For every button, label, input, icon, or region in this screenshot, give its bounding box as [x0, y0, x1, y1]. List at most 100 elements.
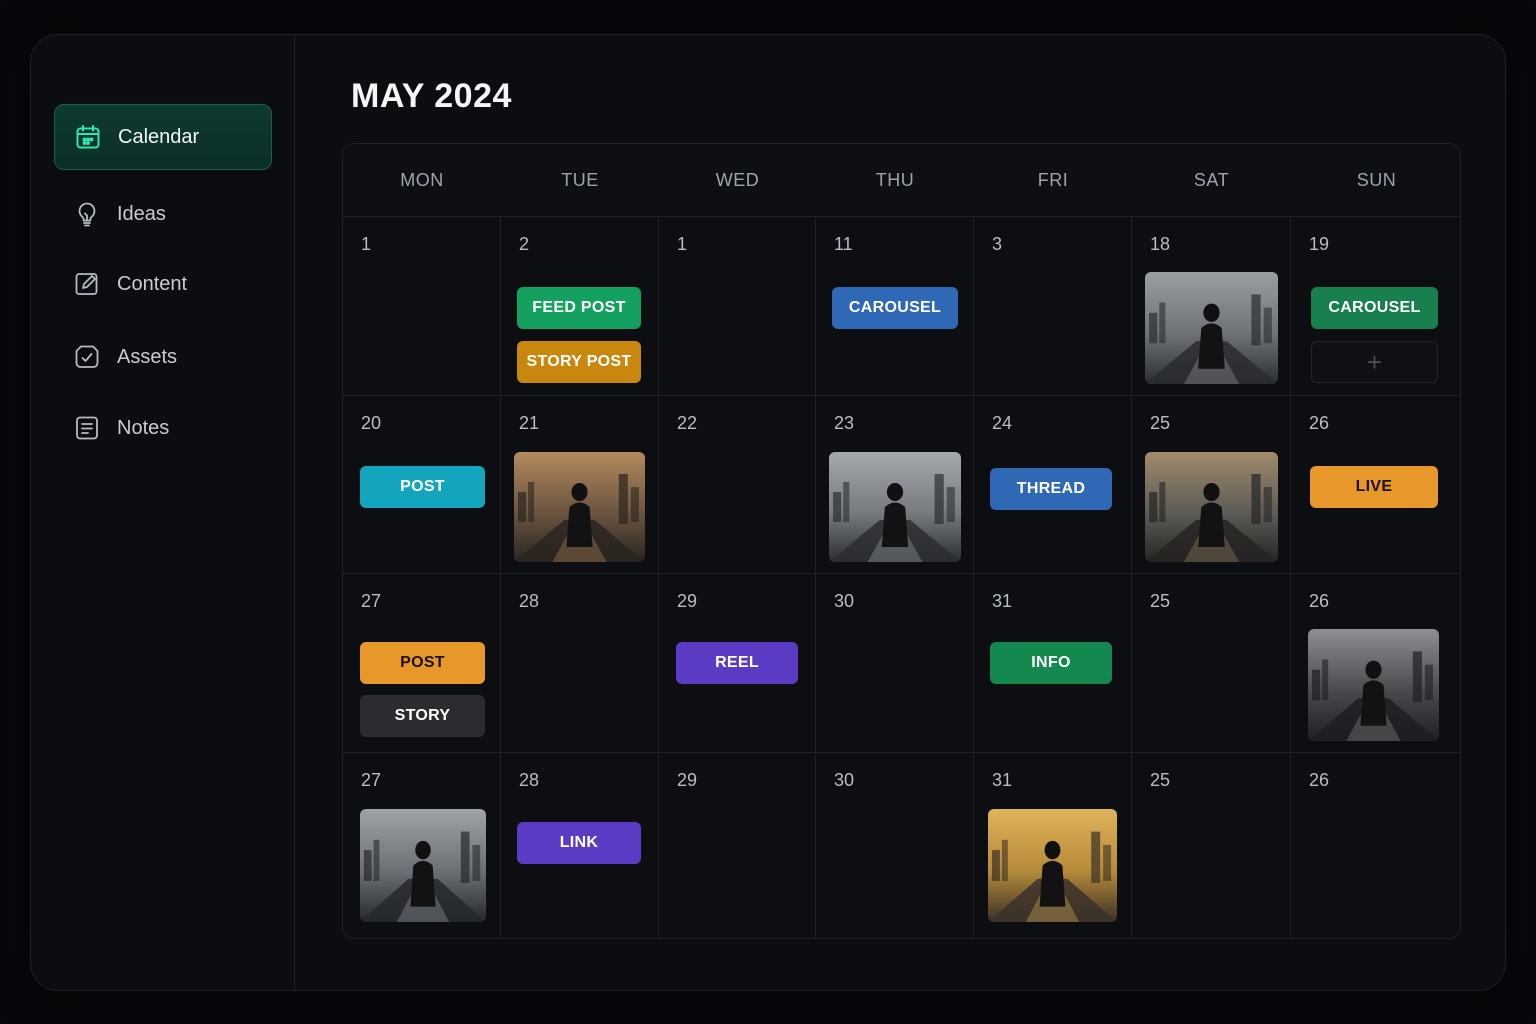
- day-number: 30: [834, 770, 855, 790]
- day-cell[interactable]: 25: [1132, 574, 1291, 753]
- calendar-main: MAY 2024 MON TUE WED THU FRI SAT SUN 1 2 FEED PO…: [296, 35, 1505, 990]
- figure-sunset-photo[interactable]: [514, 452, 645, 562]
- day-cell[interactable]: 31 INFO: [974, 574, 1132, 753]
- day-cell[interactable]: 29 REEL: [659, 574, 816, 753]
- sidebar: Calendar Ideas Content Assets Notes: [31, 35, 295, 990]
- post-tag-reel[interactable]: REEL: [676, 642, 798, 684]
- weekday-tue: TUE: [561, 170, 599, 190]
- lightbulb-icon: [74, 201, 100, 227]
- figure-golden-sky-photo[interactable]: [988, 809, 1117, 922]
- post-tag-carousel[interactable]: CAROUSEL: [1311, 287, 1438, 329]
- day-number: 20: [361, 413, 382, 433]
- day-cell[interactable]: 29: [659, 753, 816, 938]
- weekday-sun: SUN: [1356, 170, 1397, 190]
- day-number: 21: [519, 413, 540, 433]
- day-cell[interactable]: 23: [816, 396, 974, 574]
- sidebar-item-label: Ideas: [117, 202, 166, 225]
- day-number: 25: [1150, 413, 1171, 433]
- figure-dusk-photo[interactable]: [1145, 452, 1278, 562]
- figure-rooftop-photo[interactable]: [829, 452, 961, 562]
- post-tag-post[interactable]: POST: [360, 466, 485, 508]
- day-number: 31: [992, 770, 1013, 790]
- day-cell[interactable]: 3: [974, 217, 1132, 396]
- day-number: 30: [834, 591, 855, 611]
- app-window: Calendar Ideas Content Assets Notes MAY …: [30, 34, 1506, 991]
- day-number: 27: [361, 591, 382, 611]
- calendar-grid: MON TUE WED THU FRI SAT SUN 1 2 FEED POST STORY P…: [342, 143, 1461, 939]
- day-cell[interactable]: 25: [1132, 396, 1291, 574]
- day-cell[interactable]: 27: [343, 753, 501, 938]
- day-cell[interactable]: 1: [343, 217, 501, 396]
- post-tag-story[interactable]: STORY: [360, 695, 485, 737]
- day-cell[interactable]: 11 CAROUSEL: [816, 217, 974, 396]
- day-number: 1: [361, 234, 372, 254]
- weekday-header: MON TUE WED THU FRI SAT SUN: [343, 144, 1460, 217]
- day-number: 29: [677, 770, 698, 790]
- sidebar-item-calendar[interactable]: Calendar: [54, 104, 272, 170]
- day-number: 28: [519, 770, 540, 790]
- day-number: 22: [677, 413, 698, 433]
- day-cell[interactable]: 26: [1291, 753, 1460, 938]
- post-tag-info[interactable]: INFO: [990, 642, 1112, 684]
- post-tag-carousel[interactable]: CAROUSEL: [832, 287, 958, 329]
- sidebar-item-notes[interactable]: Notes: [54, 395, 272, 461]
- post-tag-feed-post[interactable]: FEED POST: [517, 287, 641, 329]
- day-cell[interactable]: 20 POST: [343, 396, 501, 574]
- day-number: 2: [519, 234, 530, 254]
- day-cell[interactable]: 2 FEED POST STORY POST: [501, 217, 659, 396]
- day-number: 11: [834, 234, 853, 254]
- day-cell[interactable]: 25: [1132, 753, 1291, 938]
- day-cell[interactable]: 28: [501, 574, 659, 753]
- day-cell[interactable]: 18: [1132, 217, 1291, 396]
- day-number: 18: [1150, 234, 1171, 254]
- day-number: 24: [992, 413, 1013, 433]
- hooded-woman-photo[interactable]: [1308, 629, 1439, 741]
- weekday-wed: WED: [715, 170, 760, 190]
- day-cell[interactable]: 31: [974, 753, 1132, 938]
- sidebar-item-label: Notes: [117, 416, 170, 439]
- day-number: 29: [677, 591, 698, 611]
- post-tag-link[interactable]: LINK: [517, 822, 641, 864]
- post-tag-story-post[interactable]: STORY POST: [517, 341, 641, 383]
- day-number: 19: [1309, 234, 1330, 254]
- day-number: 26: [1309, 413, 1330, 433]
- day-number: 28: [519, 591, 540, 611]
- day-cell[interactable]: 27 POST STORY: [343, 574, 501, 753]
- sidebar-item-content[interactable]: Content: [54, 251, 272, 317]
- calendar-icon: [75, 124, 101, 150]
- sidebar-item-assets[interactable]: Assets: [54, 324, 272, 390]
- day-cell[interactable]: 26: [1291, 574, 1460, 753]
- sidebar-item-label: Assets: [117, 345, 178, 368]
- day-cell[interactable]: 21: [501, 396, 659, 574]
- weekday-fri: FRI: [1037, 170, 1069, 190]
- day-cell[interactable]: 30: [816, 753, 974, 938]
- day-number: 25: [1150, 591, 1171, 611]
- sidebar-item-label: Content: [117, 272, 188, 295]
- day-cell[interactable]: 24 THREAD: [974, 396, 1132, 574]
- day-cell[interactable]: 26 LIVE: [1291, 396, 1460, 574]
- badge-check-icon: [74, 344, 100, 370]
- figure-city-photo[interactable]: [360, 809, 486, 922]
- post-tag-post[interactable]: POST: [360, 642, 485, 684]
- weekday-sat: SAT: [1193, 170, 1230, 190]
- day-number: 23: [834, 413, 855, 433]
- day-number: 1: [677, 234, 688, 254]
- hooded-figure-photo[interactable]: [1145, 272, 1278, 384]
- sidebar-item-ideas[interactable]: Ideas: [54, 181, 272, 247]
- day-cell[interactable]: 28 LINK: [501, 753, 659, 938]
- post-tag-live[interactable]: LIVE: [1310, 466, 1438, 508]
- day-cell[interactable]: 30: [816, 574, 974, 753]
- day-cell[interactable]: 19 CAROUSEL +: [1291, 217, 1460, 396]
- page-title: MAY 2024: [351, 77, 512, 115]
- weekday-mon: MON: [400, 170, 444, 190]
- sidebar-item-label: Calendar: [118, 125, 200, 148]
- day-number: 25: [1150, 770, 1171, 790]
- add-post-button[interactable]: +: [1311, 341, 1438, 383]
- notes-icon: [74, 415, 100, 441]
- weekday-thu: THU: [875, 170, 915, 190]
- day-cell[interactable]: 22: [659, 396, 816, 574]
- post-tag-thread[interactable]: THREAD: [990, 468, 1112, 510]
- day-number: 26: [1309, 770, 1330, 790]
- day-cell[interactable]: 1: [659, 217, 816, 396]
- day-number: 3: [992, 234, 1003, 254]
